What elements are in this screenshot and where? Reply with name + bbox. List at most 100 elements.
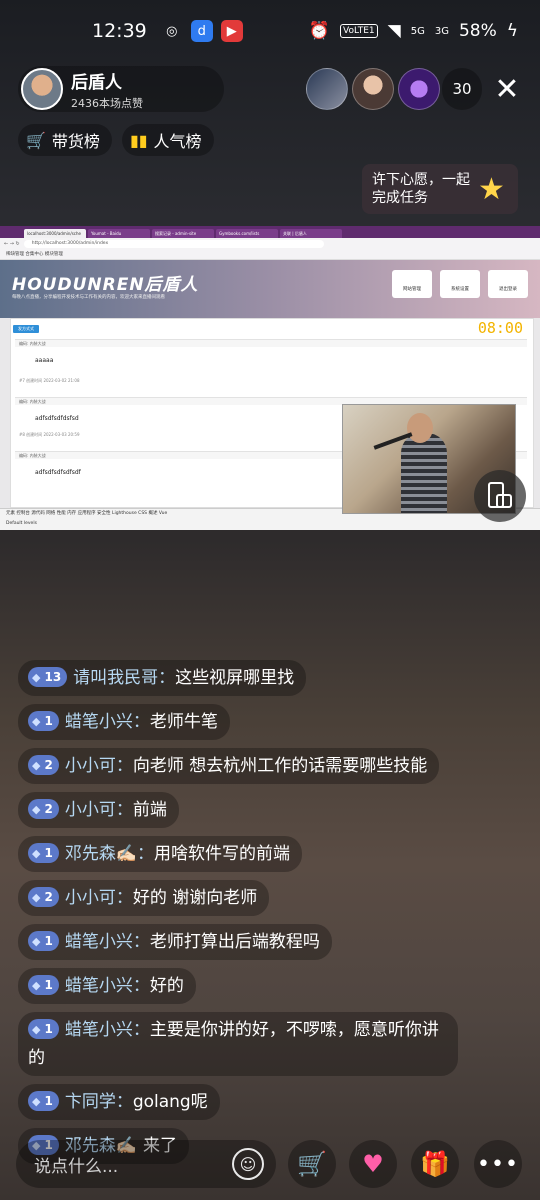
chat-username[interactable]: 请叫我民哥 [73, 668, 158, 688]
post-head: 编码: 内装大战 [15, 339, 527, 347]
volte-icon: VoLTE1 [340, 24, 378, 38]
bar-chart-icon: ▮▮ [129, 130, 148, 150]
chat-message[interactable]: ◆ 2 小小可：前端 [18, 792, 179, 828]
webcam-person [401, 433, 447, 513]
chat-text: 用啥软件写的前端 [154, 844, 290, 864]
fan-level-badge: ◆ 1 [28, 1091, 59, 1111]
phone-rotate-icon [488, 482, 512, 508]
cart-icon: 🛒 [26, 130, 46, 150]
chat-message[interactable]: ◆ 1 卞同学：golang呢 [18, 1084, 220, 1120]
diamond-icon: ◆ [32, 935, 41, 948]
diamond-icon: ◆ [32, 759, 41, 772]
chat-username[interactable]: 卞同学 [65, 1092, 116, 1112]
status-bar: 12:39 ◎ d ▶ ⏰ VoLTE1 ◥ 5G 3G 58% ϟ [0, 0, 540, 62]
chat-message[interactable]: ◆ 1 蜡笔小兴：主要是你讲的好，不啰嗦，愿意听你讲的 [18, 1012, 458, 1076]
chat-username[interactable]: 小小可 [65, 756, 116, 776]
status-notification-icons: ◎ d ▶ [161, 20, 243, 42]
shooting-star-icon: ★ [478, 171, 505, 207]
chat-message[interactable]: ◆ 1 蜡笔小兴：老师打算出后端教程吗 [18, 924, 332, 960]
comment-input[interactable]: 说点什么... ☺ [16, 1140, 276, 1188]
chat-message[interactable]: ◆ 1 蜡笔小兴：老师牛笔 [18, 704, 230, 740]
more-dots-icon: ••• [477, 1151, 519, 1177]
viewer-avatar[interactable] [352, 68, 394, 110]
site-nav-button: 网站管理 [392, 270, 432, 298]
diamond-icon: ◆ [32, 715, 41, 728]
browser-tab: Gymbooks.com/lists [216, 229, 278, 238]
signal-5g-icon: 5G [410, 25, 425, 37]
chat-username[interactable]: 邓先森✍🏻 [65, 844, 137, 864]
devtools-filter: Default levels [6, 521, 37, 526]
diamond-icon: ◆ [32, 1095, 41, 1108]
browser-tab: Youmat - Baidu [88, 229, 150, 238]
chat-username[interactable]: 小小可 [65, 800, 116, 820]
browser-bookmarks: 稀缺管理 合集中心 模块管理 [0, 250, 540, 260]
goods-rank-label: 带货榜 [51, 132, 100, 151]
site-subtitle: 每晚八点直播，分享编程开发技术与工作有关的内容，欢迎大家来直播间观看 [12, 295, 165, 300]
host-info[interactable]: 后盾人 2436本场点赞 [18, 66, 224, 112]
chat-list: ◆ 13 请叫我民哥：这些视屏哪里找 ◆ 1 蜡笔小兴：老师牛笔 ◆ 2 小小可：向老师 想… [18, 660, 478, 1172]
site-logo: HOUDUNREN后盾人 [12, 275, 199, 295]
gift-icon: 🎁 [420, 1150, 450, 1178]
chat-message[interactable]: ◆ 2 小小可：向老师 想去杭州工作的话需要哪些技能 [18, 748, 440, 784]
chat-text: 老师牛笔 [149, 712, 218, 732]
goods-rank-button[interactable]: 🛒 带货榜 [18, 124, 112, 156]
gift-button[interactable]: 🎁 [411, 1140, 459, 1188]
diamond-icon: ◆ [32, 979, 41, 992]
popular-rank-label: 人气榜 [153, 132, 202, 151]
signal-3g-icon: 3G [434, 25, 449, 37]
chat-text: 好的 [149, 976, 184, 996]
chat-text: golang呢 [132, 1092, 208, 1112]
top-viewers [306, 68, 440, 110]
chat-username[interactable]: 蜡笔小兴 [65, 932, 133, 952]
comment-placeholder: 说点什么... [34, 1156, 119, 1177]
browser-url: http://localhost:3000/admin/index [23, 240, 324, 248]
chat-text: 前端 [132, 800, 167, 820]
chat-username[interactable]: 小小可 [65, 888, 116, 908]
chat-message[interactable]: ◆ 1 蜡笔小兴：好的 [18, 968, 196, 1004]
chat-username[interactable]: 蜡笔小兴 [65, 1020, 133, 1040]
browser-tabs: localhost:3000/admin/sche Youmat - Baidu… [0, 226, 540, 238]
viewer-count[interactable]: 30 [442, 68, 482, 110]
chat-message[interactable]: ◆ 2 小小可：好的 谢谢向老师 [18, 880, 270, 916]
wish-text: 许下心愿，一起完成任务 [372, 172, 470, 206]
shopping-cart-icon: 🛒 [297, 1150, 327, 1178]
fan-level-badge: ◆ 1 [28, 711, 59, 731]
wifi-icon: ◥ [387, 21, 401, 41]
site-clock: 08:00 [477, 319, 523, 337]
viewer-avatar[interactable] [398, 68, 440, 110]
fan-level-badge: ◆ 2 [28, 887, 59, 907]
post-item: 编码: 内装大战 aaaaa #7 创建时间 2022-03-02 21:08 [15, 339, 527, 384]
diamond-icon: ◆ [32, 891, 41, 904]
popular-rank-button[interactable]: ▮▮ 人气榜 [121, 124, 214, 156]
viewer-avatar[interactable] [306, 68, 348, 110]
chat-username[interactable]: 蜡笔小兴 [65, 976, 133, 996]
diamond-icon: ◆ [32, 803, 41, 816]
browser-tab: 搜索记录 - admin-site [152, 229, 214, 238]
post-meta: #7 创建时间 2022-03-02 21:08 [19, 378, 80, 383]
emoji-icon[interactable]: ☺ [232, 1148, 264, 1180]
chat-message[interactable]: ◆ 13 请叫我民哥：这些视屏哪里找 [18, 660, 307, 696]
diamond-icon: ◆ [32, 671, 41, 684]
charging-icon: ϟ [506, 21, 518, 41]
more-button[interactable]: ••• [474, 1140, 522, 1188]
chat-text: 这些视屏哪里找 [175, 668, 295, 688]
site-nav-button: 退出登录 [488, 270, 528, 298]
host-name: 后盾人 [71, 72, 122, 93]
wechat-icon: ◎ [166, 23, 178, 39]
shopping-cart-button[interactable]: 🛒 [288, 1140, 336, 1188]
nav-arrows-icon: ← → ↻ [4, 241, 20, 247]
browser-tab: 关联 | 后盾人 [280, 229, 342, 238]
post-title: aaaaa [35, 357, 54, 364]
webcam-person-head [407, 413, 433, 443]
post-button: 发方式式 [13, 325, 39, 333]
rotate-screen-button[interactable] [474, 470, 526, 522]
chat-username[interactable]: 蜡笔小兴 [65, 712, 133, 732]
diamond-icon: ◆ [32, 1023, 41, 1036]
fan-level-badge: ◆ 1 [28, 931, 59, 951]
like-heart-button[interactable]: ♥ [349, 1140, 397, 1188]
host-avatar[interactable] [21, 68, 63, 110]
chat-message[interactable]: ◆ 1 邓先森✍🏻：用啥软件写的前端 [18, 836, 302, 872]
close-button[interactable]: ✕ [488, 70, 526, 108]
wish-task-card[interactable]: 许下心愿，一起完成任务 ★ [362, 164, 518, 214]
fan-level-badge: ◆ 1 [28, 1019, 59, 1039]
